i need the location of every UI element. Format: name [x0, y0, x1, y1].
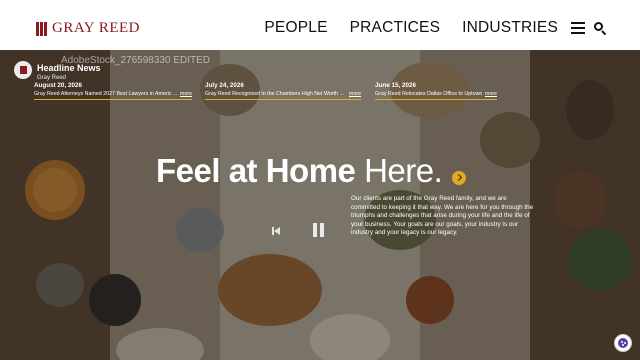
news-title-group: Headline News Gray Reed AdobeStock_27659…: [37, 55, 210, 81]
logo-text: GRAY REED: [52, 20, 140, 36]
search-icon[interactable]: [594, 22, 607, 36]
gray-reed-logo[interactable]: GRAY REED: [36, 20, 140, 37]
news-text: Gray Reed Relocates Dallas Office to Upt…: [375, 91, 483, 97]
pause-icon[interactable]: [312, 223, 326, 238]
news-more-link[interactable]: more: [485, 91, 497, 97]
news-text-row: Gray Reed Relocates Dallas Office to Upt…: [375, 91, 497, 97]
arrow-right-icon[interactable]: [452, 171, 466, 185]
headline-news-panel: Headline News Gray Reed AdobeStock_27659…: [14, 55, 514, 100]
nav-people[interactable]: PEOPLE: [264, 19, 327, 37]
news-date: June 15, 2026: [375, 82, 416, 89]
news-logo-icon: [14, 60, 32, 79]
nav-industries[interactable]: INDUSTRIES: [462, 19, 558, 37]
news-more-link[interactable]: more: [349, 91, 361, 97]
news-more-link[interactable]: more: [180, 91, 192, 97]
headline-bold: Here.: [364, 152, 443, 189]
news-subtitle: Gray Reed: [37, 75, 67, 81]
image-watermark: AdobeStock_276598330 EDITED: [61, 55, 210, 66]
news-item[interactable]: July 24, 2026 Gray Reed Recognized in th…: [205, 82, 361, 100]
news-text: Gray Reed Attorneys Named 2027 Best Lawy…: [34, 91, 178, 97]
news-list: August 20, 2026 Gray Reed Attorneys Name…: [34, 82, 504, 100]
nav-practices[interactable]: PRACTICES: [350, 19, 441, 37]
hero-headline: Feel at Home Here.: [156, 152, 443, 190]
news-item[interactable]: June 15, 2026 Gray Reed Relocates Dallas…: [375, 82, 497, 100]
news-date: July 24, 2026: [205, 82, 244, 89]
news-item[interactable]: August 20, 2026 Gray Reed Attorneys Name…: [34, 82, 192, 100]
news-text-row: Gray Reed Attorneys Named 2027 Best Lawy…: [34, 91, 192, 97]
hero-banner: Headline News Gray Reed AdobeStock_27659…: [0, 50, 640, 360]
site-header: GRAY REED PEOPLE PRACTICES INDUSTRIES: [0, 0, 640, 50]
headline-light: Feel at Home: [156, 152, 365, 189]
logo-mark-icon: [36, 21, 48, 36]
news-date: August 20, 2026: [34, 82, 82, 89]
hamburger-menu-icon[interactable]: [571, 22, 585, 34]
news-header: Headline News Gray Reed AdobeStock_27659…: [14, 55, 514, 81]
cookie-settings-icon[interactable]: [614, 334, 632, 352]
news-text: Gray Reed Recognized in the Chambers Hig…: [205, 91, 344, 97]
news-text-row: Gray Reed Recognized in the Chambers Hig…: [205, 91, 361, 97]
previous-slide-icon[interactable]: [271, 225, 283, 237]
main-nav: PEOPLE PRACTICES INDUSTRIES: [264, 19, 607, 37]
hero-body-text: Our clients are part of the Gray Reed fa…: [351, 195, 534, 237]
